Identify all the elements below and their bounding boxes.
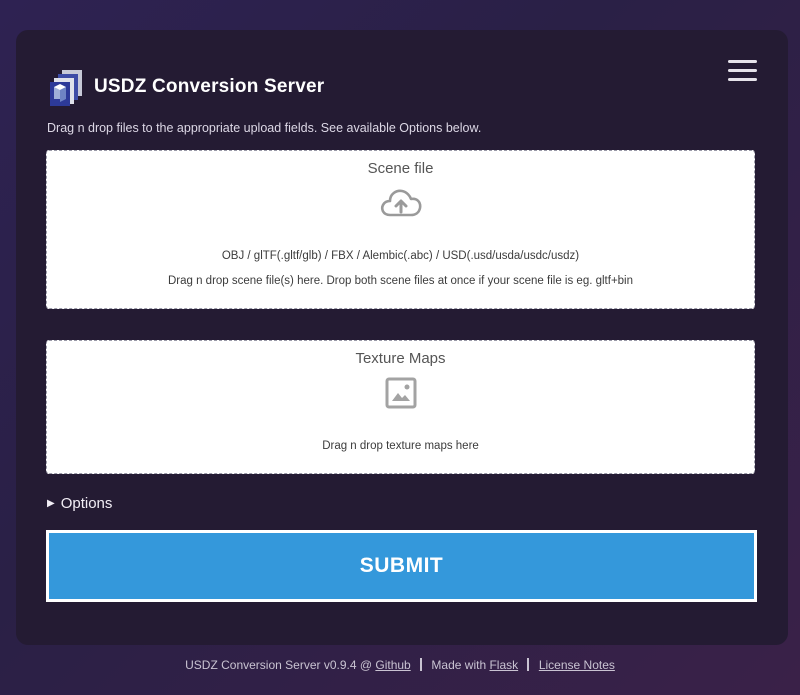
submit-label: SUBMIT [49, 533, 754, 599]
scene-file-dropzone[interactable]: Scene file OBJ / glTF(.gltf/glb) / FBX /… [46, 150, 755, 309]
scene-hint-text: Drag n drop scene file(s) here. Drop bot… [167, 275, 634, 287]
options-toggle[interactable]: ▶ Options [47, 495, 112, 512]
footer-separator [527, 658, 530, 671]
app-title: USDZ Conversion Server [94, 76, 325, 97]
usdz-logo-icon [50, 70, 82, 106]
texture-hint-text: Drag n drop texture maps here [322, 440, 479, 452]
texture-maps-title: Texture Maps [355, 350, 446, 367]
license-notes-link[interactable]: License Notes [539, 658, 615, 672]
scene-formats-text: OBJ / glTF(.gltf/glb) / FBX / Alembic(.a… [221, 250, 580, 262]
options-label: Options [60, 495, 113, 512]
footer: USDZ Conversion Server v0.9.4 @ Github M… [0, 658, 800, 672]
disclosure-triangle-icon: ▶ [47, 498, 55, 509]
hamburger-menu-icon[interactable] [728, 60, 758, 84]
intro-text: Drag n drop files to the appropriate upl… [47, 121, 482, 135]
texture-maps-dropzone[interactable]: Texture Maps Drag n drop texture maps he… [46, 340, 755, 474]
image-icon [385, 377, 416, 409]
submit-button[interactable]: SUBMIT [46, 530, 757, 602]
flask-link[interactable]: Flask [489, 658, 518, 672]
cloud-upload-icon [380, 189, 421, 217]
footer-separator [420, 658, 423, 671]
footer-version-text: USDZ Conversion Server v0.9.4 @ [185, 658, 373, 672]
github-link[interactable]: Github [375, 658, 410, 672]
scene-file-title: Scene file [367, 160, 434, 177]
footer-made-with-text: Made with [431, 658, 487, 672]
